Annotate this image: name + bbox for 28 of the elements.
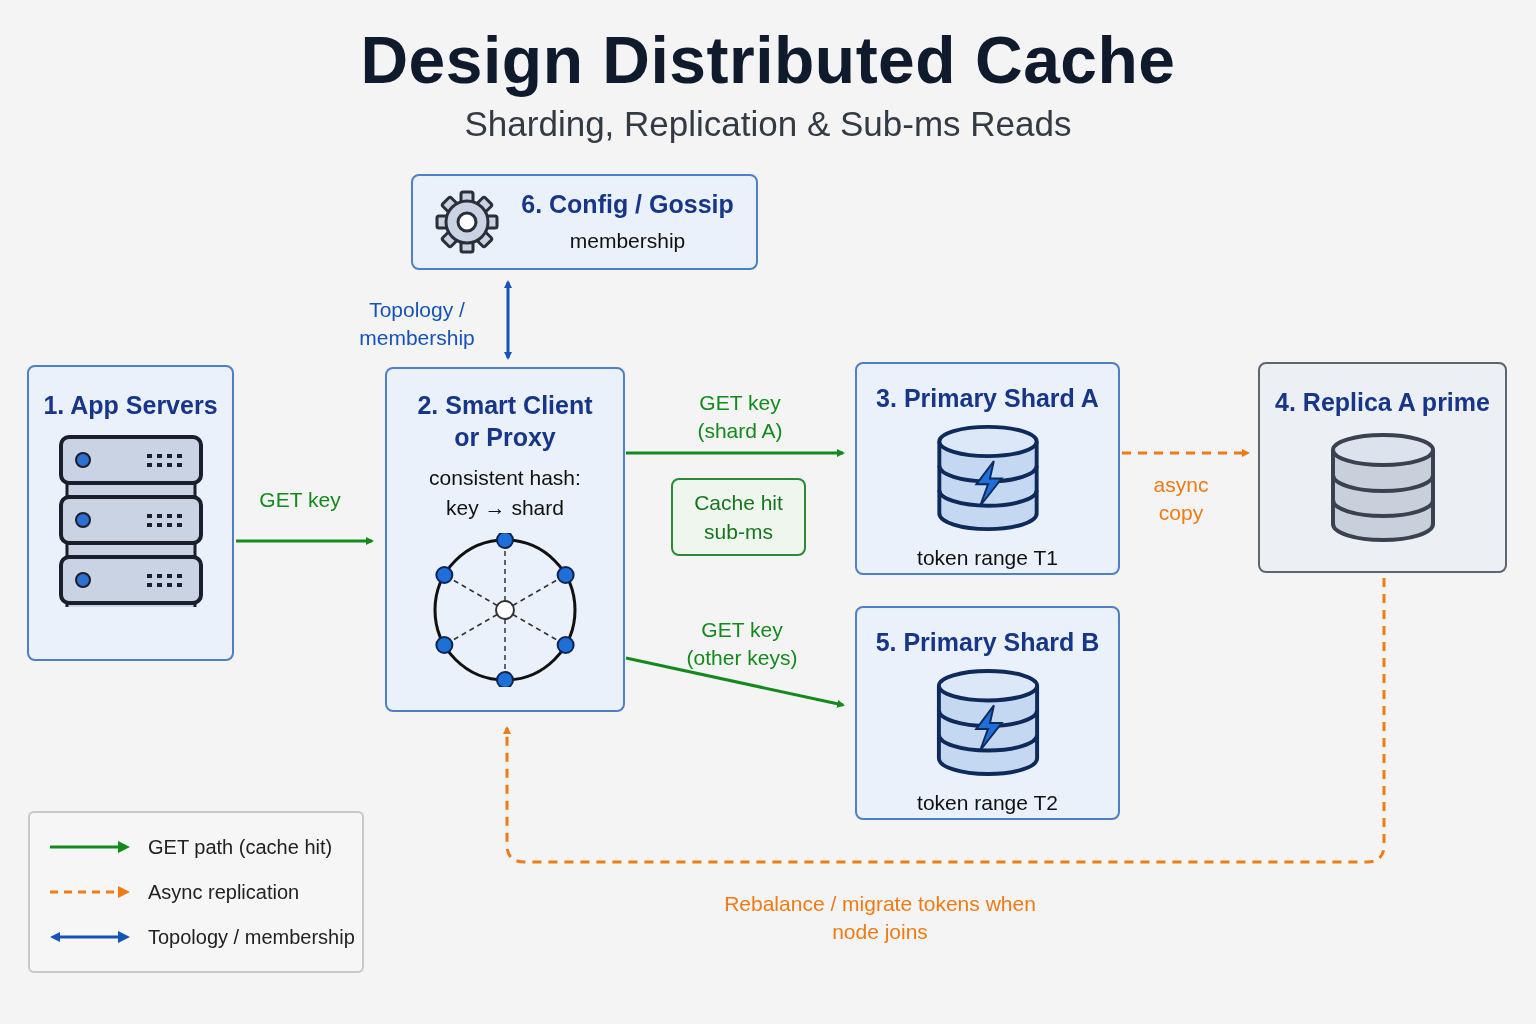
node-title: 4. Replica A prime [1275, 387, 1490, 418]
edge-label: GET key (shard A) [696, 390, 784, 444]
legend-line-icon [50, 841, 130, 853]
edge-label: async copy [1152, 472, 1210, 526]
node-caption: token range T2 [917, 790, 1058, 816]
edge-label: GET key [258, 487, 342, 513]
legend-label: GET path (cache hit) [148, 835, 333, 859]
database-icon [1328, 432, 1437, 544]
server-rack-icon [58, 435, 203, 607]
diagram-title: Design Distributed Cache [360, 22, 1176, 98]
node-title: 3. Primary Shard A [876, 383, 1099, 414]
legend-line-icon [50, 886, 130, 898]
node-caption: consistent hash: key → shard [428, 465, 582, 521]
legend-line-icon [50, 931, 130, 943]
edge-label: Topology / membership [358, 297, 476, 351]
legend-label: Topology / membership [148, 925, 355, 949]
node-caption: membership [569, 228, 686, 254]
node-caption: token range T1 [917, 545, 1058, 571]
legend-label: Async replication [148, 880, 300, 904]
node-title: 1. App Servers [43, 390, 218, 421]
edge-label: Rebalance / migrate tokens when node joins [723, 891, 1037, 945]
note-text: Cache hit sub-ms [693, 490, 784, 545]
node-title: 6. Config / Gossip [521, 189, 734, 220]
node-title: 5. Primary Shard B [875, 627, 1100, 658]
edge-label: GET key (other keys) [685, 617, 799, 671]
diagram-subtitle: Sharding, Replication & Sub-ms Reads [464, 104, 1072, 144]
gear-icon [435, 190, 500, 254]
node-title: 2. Smart Client or Proxy [416, 390, 594, 453]
